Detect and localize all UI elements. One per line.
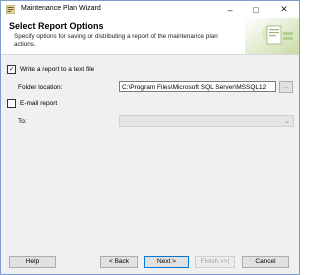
minimize-icon: – [227, 4, 233, 15]
wizard-header: Select Report Options Specify options fo… [1, 18, 299, 55]
next-button[interactable]: Next > [144, 256, 189, 268]
to-label: To: [18, 118, 27, 125]
wizard-window: Maintenance Plan Wizard – □ ✕ Select Rep… [0, 0, 300, 275]
back-button[interactable]: < Back [100, 256, 138, 268]
close-icon: ✕ [280, 4, 288, 14]
write-report-row[interactable]: ✓ Write a report to a text file [7, 65, 94, 74]
title-bar: Maintenance Plan Wizard – □ ✕ [1, 1, 299, 18]
finish-button[interactable]: Finish >>| [195, 256, 235, 268]
page-title: Select Report Options [9, 21, 104, 31]
browse-button[interactable]: ... [279, 81, 293, 93]
close-button[interactable]: ✕ [271, 1, 297, 18]
email-report-checkbox[interactable] [7, 99, 16, 108]
wizard-footer: Help < Back Next > Finish >>| Cancel [1, 250, 299, 274]
folder-location-label: Folder location: [18, 84, 63, 91]
email-report-row[interactable]: E-mail report [7, 99, 57, 108]
header-graphic [245, 18, 299, 54]
cancel-button[interactable]: Cancel [242, 256, 289, 268]
folder-location-input[interactable]: C:\Program Files\Microsoft SQL Server\MS… [119, 81, 276, 92]
page-subtitle: Specify options for saving or distributi… [14, 33, 218, 48]
maximize-button[interactable]: □ [243, 1, 269, 18]
to-select[interactable]: ⌄ [119, 115, 294, 127]
help-button[interactable]: Help [9, 256, 56, 268]
window-title: Maintenance Plan Wizard [21, 5, 101, 12]
email-report-label: E-mail report [20, 100, 58, 107]
chevron-down-icon: ⌄ [284, 118, 290, 125]
app-icon [6, 5, 15, 14]
minimize-button[interactable]: – [217, 1, 243, 18]
write-report-label: Write a report to a text file [20, 66, 95, 73]
checkmark-icon: ✓ [8, 66, 15, 73]
maximize-icon: □ [253, 4, 259, 15]
write-report-checkbox[interactable]: ✓ [7, 65, 16, 74]
